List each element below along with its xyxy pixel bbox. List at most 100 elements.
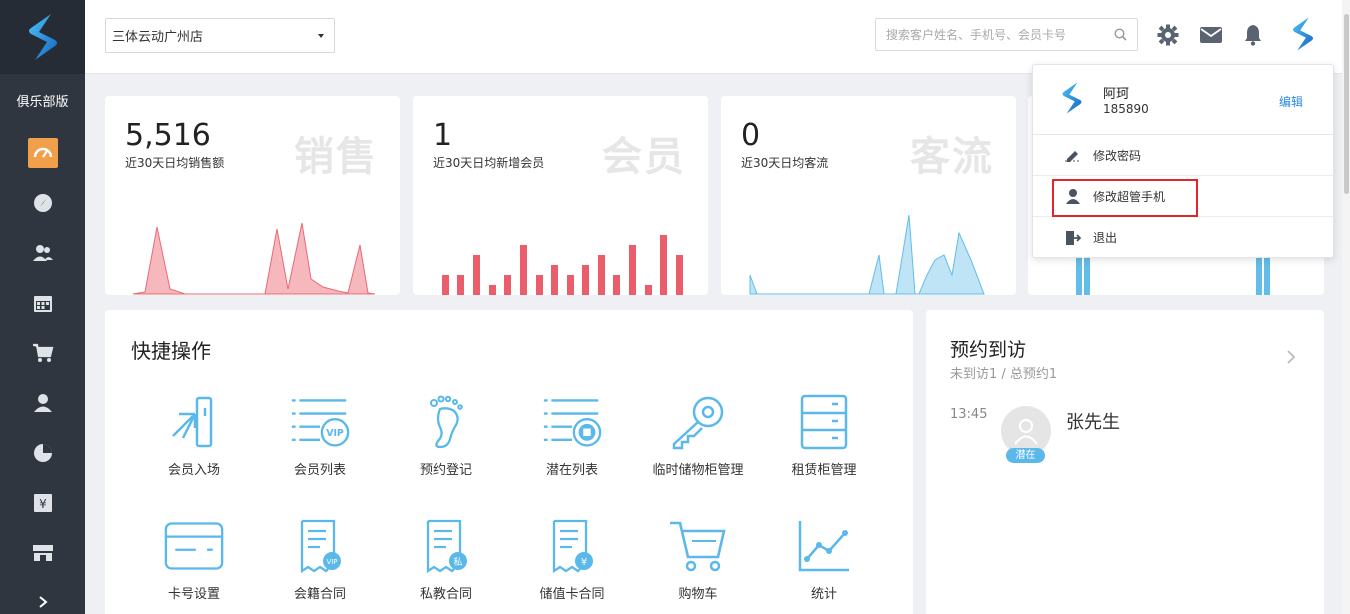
account-dropdown: 阿珂 185890 编辑 修改密码 修改超管手机 退出 <box>1032 64 1334 258</box>
quick-membership-contract[interactable]: VIP 会籍合同 <box>257 516 383 614</box>
svg-text:VIP: VIP <box>326 428 344 439</box>
stored-value-contract-icon: ¥ <box>542 516 602 576</box>
quick-label: 卡号设置 <box>167 587 220 602</box>
account-header: 阿珂 185890 编辑 <box>1033 65 1333 135</box>
notifications-button[interactable] <box>1238 20 1268 50</box>
account-button[interactable] <box>1288 16 1318 52</box>
logout-item[interactable]: 退出 <box>1033 217 1333 258</box>
appointment-title: 预约到访 <box>950 339 1027 361</box>
appointment-panel: 预约到访 未到访1 / 总预约1 13:45 潜在 张先生 <box>926 310 1324 614</box>
sidebar-expand-button[interactable] <box>0 590 85 614</box>
traffic-label: 近30天日均客流 <box>741 156 829 170</box>
chevron-right-icon[interactable] <box>1284 350 1298 364</box>
avatar-person-icon <box>1014 419 1038 445</box>
traffic-watermark: 客流 <box>910 134 994 180</box>
sidebar-item-compass[interactable] <box>0 178 85 228</box>
change-admin-phone-label: 修改超管手机 <box>1093 189 1166 204</box>
quick-potential-list[interactable]: 潜在列表 <box>509 392 635 502</box>
bell-icon <box>1245 25 1261 46</box>
traffic-card[interactable]: 0 近30天日均客流 客流 <box>721 96 1016 295</box>
quick-label: 临时储物柜管理 <box>652 463 744 478</box>
search-box <box>875 18 1138 51</box>
sidebar-item-cart[interactable] <box>0 328 85 378</box>
s-logo-icon <box>1292 17 1314 51</box>
private-contract-icon: 私 <box>416 516 476 576</box>
svg-text:¥: ¥ <box>39 497 47 511</box>
s-logo-icon <box>1062 82 1082 114</box>
sidebar-item-finance[interactable]: ¥ <box>0 478 85 528</box>
quick-statistics[interactable]: 统计 <box>761 516 887 614</box>
quick-member-entry[interactable]: 会员入场 <box>131 392 257 502</box>
quick-card-settings[interactable]: 卡号设置 <box>131 516 257 614</box>
messages-button[interactable] <box>1196 20 1226 50</box>
quick-rental-locker[interactable]: 租赁柜管理 <box>761 392 887 502</box>
members-label: 近30天日均新增会员 <box>433 156 545 170</box>
change-admin-phone-item[interactable]: 修改超管手机 <box>1033 176 1333 217</box>
svg-text:私: 私 <box>453 557 462 568</box>
sales-card[interactable]: 5,516 近30天日均销售额 销售 <box>105 96 400 295</box>
store-select[interactable]: 三体云动广州店 <box>105 18 335 53</box>
quick-label: 私教合同 <box>419 587 472 602</box>
card-icon <box>164 516 224 576</box>
members-barchart <box>442 235 683 295</box>
store-select-value: 三体云动广州店 <box>112 30 204 45</box>
potential-list-icon <box>542 392 602 452</box>
quick-label: 会员入场 <box>167 463 220 478</box>
page-scrollbar[interactable] <box>1342 0 1350 614</box>
status-badge: 潜在 <box>1006 448 1045 463</box>
sidebar-item-report[interactable] <box>0 428 85 478</box>
member-entry-icon <box>164 392 224 452</box>
quick-label: 潜在列表 <box>545 463 598 478</box>
edit-profile-link[interactable]: 编辑 <box>1279 93 1303 110</box>
dashboard-icon <box>27 138 58 168</box>
caret-down-icon <box>318 33 324 38</box>
quick-actions-title: 快捷操作 <box>131 339 211 363</box>
svg-text:VIP: VIP <box>326 558 337 566</box>
quick-appointment[interactable]: 预约登记 <box>383 392 509 502</box>
finance-icon: ¥ <box>28 488 58 518</box>
account-phone: 185890 <box>1103 102 1149 116</box>
scrollbar-thumb[interactable] <box>1344 14 1349 194</box>
appointment-summary: 未到访1 / 总预约1 <box>950 367 1058 382</box>
stats-icon <box>794 516 854 576</box>
sidebar-item-calendar[interactable] <box>0 278 85 328</box>
traffic-sparkline <box>749 214 985 295</box>
sales-sparkline <box>132 222 376 295</box>
fourth-card-chart <box>1076 255 1270 295</box>
quick-label: 统计 <box>810 587 837 602</box>
app-logo[interactable] <box>0 0 85 74</box>
svg-text:¥: ¥ <box>581 557 587 568</box>
quick-stored-value-contract[interactable]: ¥ 储值卡合同 <box>509 516 635 614</box>
key-icon <box>668 392 728 452</box>
person-icon <box>1065 188 1081 204</box>
vip-contract-icon: VIP <box>290 516 350 576</box>
pie-chart-icon <box>28 438 58 468</box>
appointment-customer-name[interactable]: 张先生 <box>1066 408 1120 434</box>
settings-button[interactable] <box>1153 20 1183 50</box>
s-logo-icon <box>28 14 57 60</box>
footprint-icon <box>416 392 476 452</box>
members-card[interactable]: 1 近30天日均新增会员 会员 <box>413 96 708 295</box>
quick-private-contract[interactable]: 私 私教合同 <box>383 516 509 614</box>
sidebar-item-members[interactable] <box>0 228 85 278</box>
sidebar-item-dashboard[interactable] <box>0 128 85 178</box>
brand-label: 俱乐部版 <box>16 95 69 110</box>
sidebar-item-store[interactable] <box>0 528 85 578</box>
sales-watermark: 销售 <box>294 134 378 180</box>
search-input[interactable] <box>886 27 1114 42</box>
quick-label: 储值卡合同 <box>539 587 605 602</box>
quick-temp-locker[interactable]: 临时储物柜管理 <box>635 392 761 502</box>
sidebar-item-user[interactable] <box>0 378 85 428</box>
appointment-time: 13:45 <box>950 407 988 422</box>
change-password-item[interactable]: 修改密码 <box>1033 135 1333 176</box>
search-icon[interactable] <box>1114 28 1127 41</box>
change-password-label: 修改密码 <box>1093 148 1142 163</box>
member-list-icon: VIP <box>290 392 350 452</box>
sidebar: 俱乐部版 ¥ <box>0 0 85 614</box>
quick-shopping-cart[interactable]: 购物车 <box>635 516 761 614</box>
chevron-right-icon <box>38 596 48 608</box>
members-icon <box>28 238 58 268</box>
quick-member-list[interactable]: VIP 会员列表 <box>257 392 383 502</box>
sales-label: 近30天日均销售额 <box>125 156 225 170</box>
logout-icon <box>1065 230 1081 246</box>
